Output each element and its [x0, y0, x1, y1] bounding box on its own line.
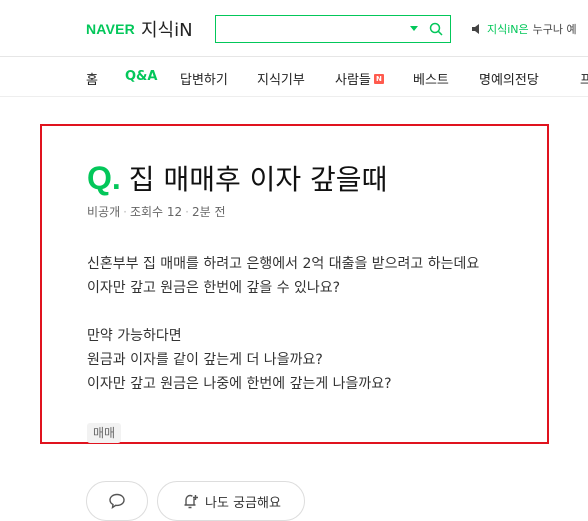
nav-donate[interactable]: 지식기부: [257, 69, 305, 88]
curious-label: 나도 궁금해요: [205, 495, 281, 511]
comment-icon: [109, 493, 125, 509]
new-badge: N: [373, 73, 384, 84]
body-line: 원금과 이자를 같이 갚는게 더 나을까요?: [87, 352, 323, 368]
kin-logo[interactable]: 지식iN: [141, 16, 193, 42]
author: 비공개: [87, 205, 121, 219]
main-nav: 홈 Q&A 답변하기 지식기부 사람들 N 베스트 명예의전당 프: [0, 57, 588, 97]
notice-highlight: 지식iN은: [487, 23, 529, 36]
body-line: 이자만 갚고 원금은 한번에 갚을 수 있나요?: [87, 280, 341, 296]
comment-button[interactable]: [86, 481, 148, 521]
naver-logo[interactable]: NAVER: [86, 21, 135, 37]
q-mark: Q.: [87, 159, 121, 196]
nav-qna[interactable]: Q&A: [125, 69, 157, 84]
search-icon[interactable]: [426, 19, 446, 39]
curious-button[interactable]: 나도 궁금해요: [157, 481, 305, 521]
search-box: [215, 15, 451, 43]
question-body: 신혼부부 집 매매를 하려고 은행에서 2억 대출을 받으려고 하는데요 이자만…: [87, 252, 479, 396]
speaker-icon: [472, 24, 479, 34]
nav-hall-of-fame[interactable]: 명예의전당: [479, 69, 539, 88]
body-line: 신혼부부 집 매매를 하려고 은행에서 2억 대출을 받으려고 하는데요: [87, 256, 480, 272]
body-line: 만약 가능하다면: [87, 328, 182, 344]
nav-best[interactable]: 베스트: [413, 69, 449, 88]
question-card: Q. 집 매매후 이자 갚을때 비공개 · 조회수 12 · 2분 전 신혼부부 집 매…: [40, 124, 549, 444]
view-count: 조회수 12: [129, 205, 183, 219]
body-line: 이자만 갚고 원금은 나중에 한번에 갚는게 나을까요?: [87, 376, 392, 392]
tag-chip[interactable]: 매매: [87, 423, 122, 443]
nav-people[interactable]: 사람들 N: [335, 69, 384, 88]
naver-kin-logo[interactable]: NAVER 지식iN: [86, 17, 193, 41]
nav-home[interactable]: 홈: [86, 69, 98, 88]
nav-people-label: 사람들: [335, 73, 371, 88]
question-title: Q. 집 매매후 이자 갚을때: [87, 158, 387, 198]
bell-plus-icon: [184, 494, 199, 509]
nav-more[interactable]: 프: [580, 69, 588, 88]
nav-answer[interactable]: 답변하기: [180, 69, 228, 88]
top-header: NAVER 지식iN 지식iN은 누구나 예: [0, 0, 588, 57]
notice-text: 누구나 예: [532, 23, 577, 36]
question-meta: 비공개 · 조회수 12 · 2분 전: [87, 205, 226, 219]
search-dropdown-icon[interactable]: [407, 19, 421, 39]
question-title-text: 집 매매후 이자 갚을때: [128, 163, 388, 196]
post-time: 2분 전: [192, 205, 226, 219]
notice-banner[interactable]: 지식iN은 누구나 예: [471, 21, 577, 37]
search-input[interactable]: [222, 19, 402, 39]
